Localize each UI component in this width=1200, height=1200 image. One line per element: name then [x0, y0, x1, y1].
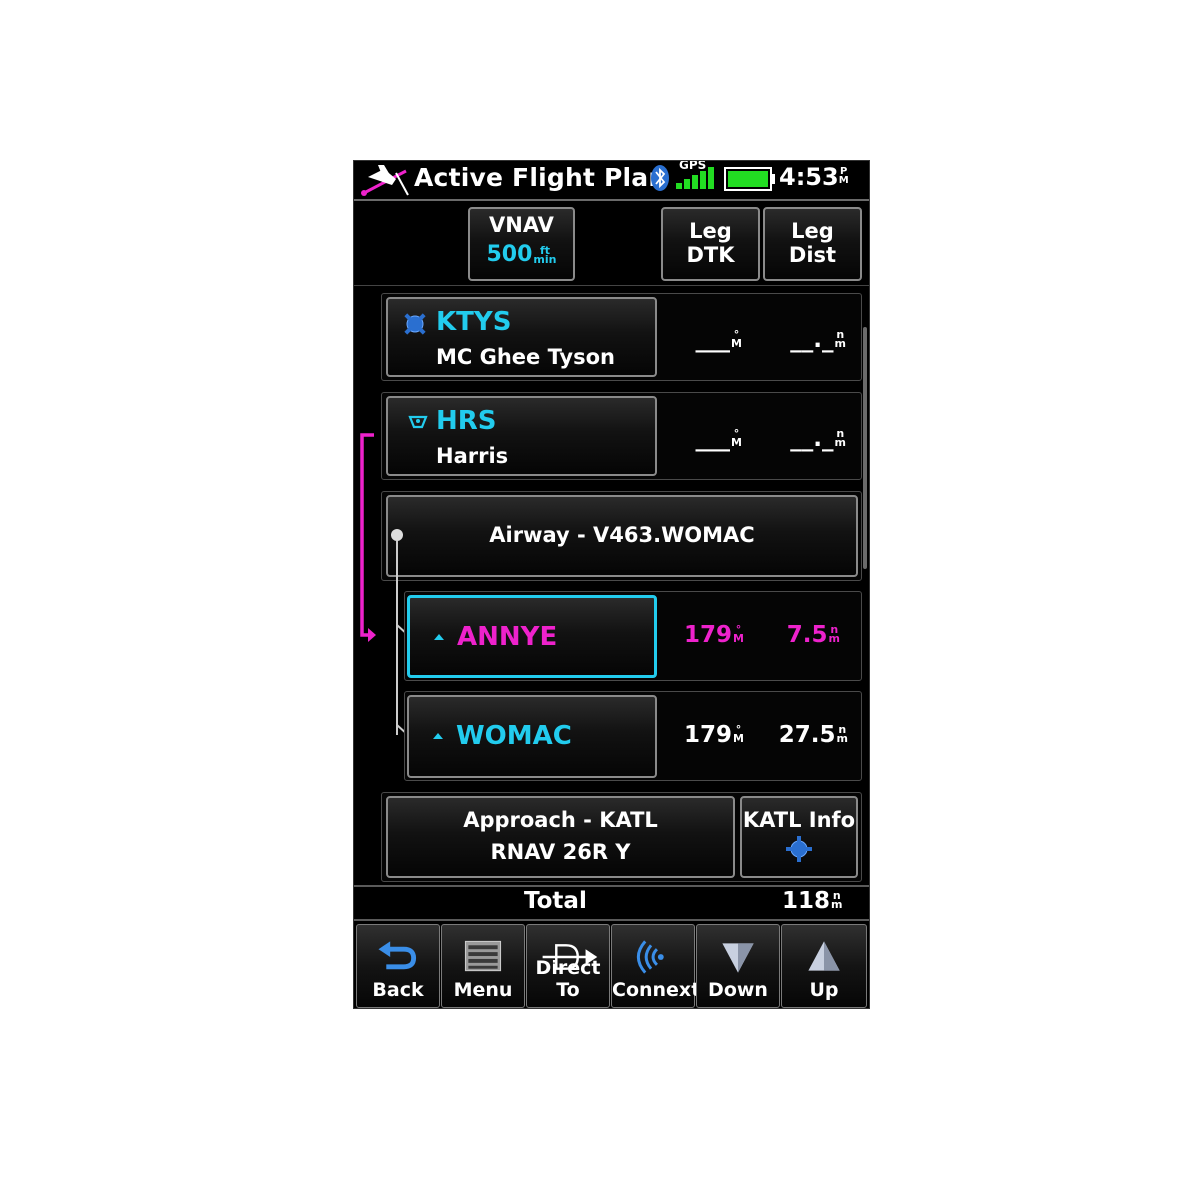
- header-divider: [354, 285, 869, 286]
- gps-screen: Active Flight Plan GPS 4:53P M VNAV 500 ft…: [353, 160, 870, 1009]
- katl-info-button[interactable]: KATL Info: [740, 796, 858, 878]
- waypoint-id: ANNYE: [457, 622, 558, 652]
- approach-line1: Approach - KATL: [463, 808, 658, 832]
- leg-dist-value: __._ n m: [790, 327, 846, 353]
- down-arrow-icon: [722, 943, 754, 973]
- softkey-label: Down: [708, 979, 768, 1001]
- waypoint-name: MC Ghee Tyson: [436, 345, 616, 369]
- airway-label: Airway - V463.WOMAC: [489, 523, 755, 547]
- leg-dtk-value: ___ ° M: [695, 327, 742, 353]
- waypoint-name: Harris: [436, 444, 509, 468]
- leg-dist-line2: Dist: [788, 243, 837, 267]
- waypoint-button-annye[interactable]: ANNYE: [407, 595, 657, 678]
- waypoint-button-ktys[interactable]: KTYS MC Ghee Tyson: [386, 297, 657, 377]
- airport-icon: [404, 313, 426, 335]
- softkey-label: Connext: [612, 979, 701, 1001]
- leg-dtk-value: ___ ° M: [695, 426, 742, 452]
- title-divider: [354, 199, 869, 201]
- leg-dtk-button[interactable]: Leg DTK: [661, 207, 760, 281]
- waypoint-button-hrs[interactable]: HRS Harris: [386, 396, 657, 476]
- total-divider-top: [354, 885, 869, 887]
- leg-dtk-line2: DTK: [686, 243, 735, 267]
- up-arrow-icon: [808, 941, 840, 971]
- airplane-icon: [361, 165, 409, 196]
- menu-button[interactable]: Menu: [441, 924, 525, 1008]
- bluetooth-icon: [651, 165, 669, 191]
- connext-icon: [636, 940, 664, 974]
- airway-button[interactable]: Airway - V463.WOMAC: [386, 495, 858, 577]
- intersection-icon: [433, 733, 443, 739]
- leg-dist-value: 7.5 n m: [786, 622, 840, 648]
- leg-dist-line1: Leg: [791, 219, 834, 243]
- battery-icon: [724, 167, 775, 191]
- vnav-button[interactable]: VNAV 500 ft min: [468, 207, 575, 281]
- softkey-label: Back: [372, 979, 424, 1001]
- total-value: 118 n m: [782, 888, 843, 914]
- airport-icon: [786, 836, 812, 862]
- vnav-label: VNAV: [489, 213, 554, 237]
- approach-line2: RNAV 26R Y: [490, 840, 631, 864]
- total-divider-bottom: [354, 919, 869, 921]
- vnav-value: 500 ft min: [486, 242, 557, 267]
- back-button[interactable]: Back: [356, 924, 440, 1008]
- direct-to-button[interactable]: Direct To: [526, 924, 610, 1008]
- leg-dtk-line1: Leg: [689, 219, 732, 243]
- active-leg-indicator: [360, 433, 376, 642]
- leg-dtk-value: 179 ° M: [684, 722, 744, 748]
- total-label: Total: [524, 888, 587, 914]
- softkey-label: Up: [809, 979, 839, 1001]
- waypoint-button-womac[interactable]: WOMAC: [407, 695, 657, 778]
- menu-list-icon: [464, 940, 502, 972]
- up-button[interactable]: Up: [781, 924, 867, 1008]
- leg-dist-button[interactable]: Leg Dist: [763, 207, 862, 281]
- vor-icon: [408, 415, 428, 429]
- scrollbar[interactable]: [863, 327, 867, 569]
- softkey-label: Direct To: [535, 957, 601, 1001]
- waypoint-id: KTYS: [436, 307, 512, 337]
- back-arrow-icon: [378, 941, 417, 970]
- leg-dtk-value: 179 ° M: [684, 622, 744, 648]
- approach-button[interactable]: Approach - KATL RNAV 26R Y: [386, 796, 735, 878]
- down-button[interactable]: Down: [696, 924, 780, 1008]
- softkey-label: Menu: [453, 979, 513, 1001]
- waypoint-id: WOMAC: [456, 721, 572, 751]
- leg-dist-value: 27.5 n m: [778, 722, 848, 748]
- katl-info-label: KATL Info: [742, 808, 856, 832]
- leg-dist-value: __._ n m: [790, 426, 846, 452]
- connext-button[interactable]: Connext: [611, 924, 701, 1008]
- gps-signal-icon: [676, 167, 714, 189]
- clock: 4:53P M: [779, 163, 849, 191]
- waypoint-id: HRS: [436, 406, 497, 436]
- page-title: Active Flight Plan: [414, 163, 667, 192]
- intersection-icon: [434, 634, 444, 640]
